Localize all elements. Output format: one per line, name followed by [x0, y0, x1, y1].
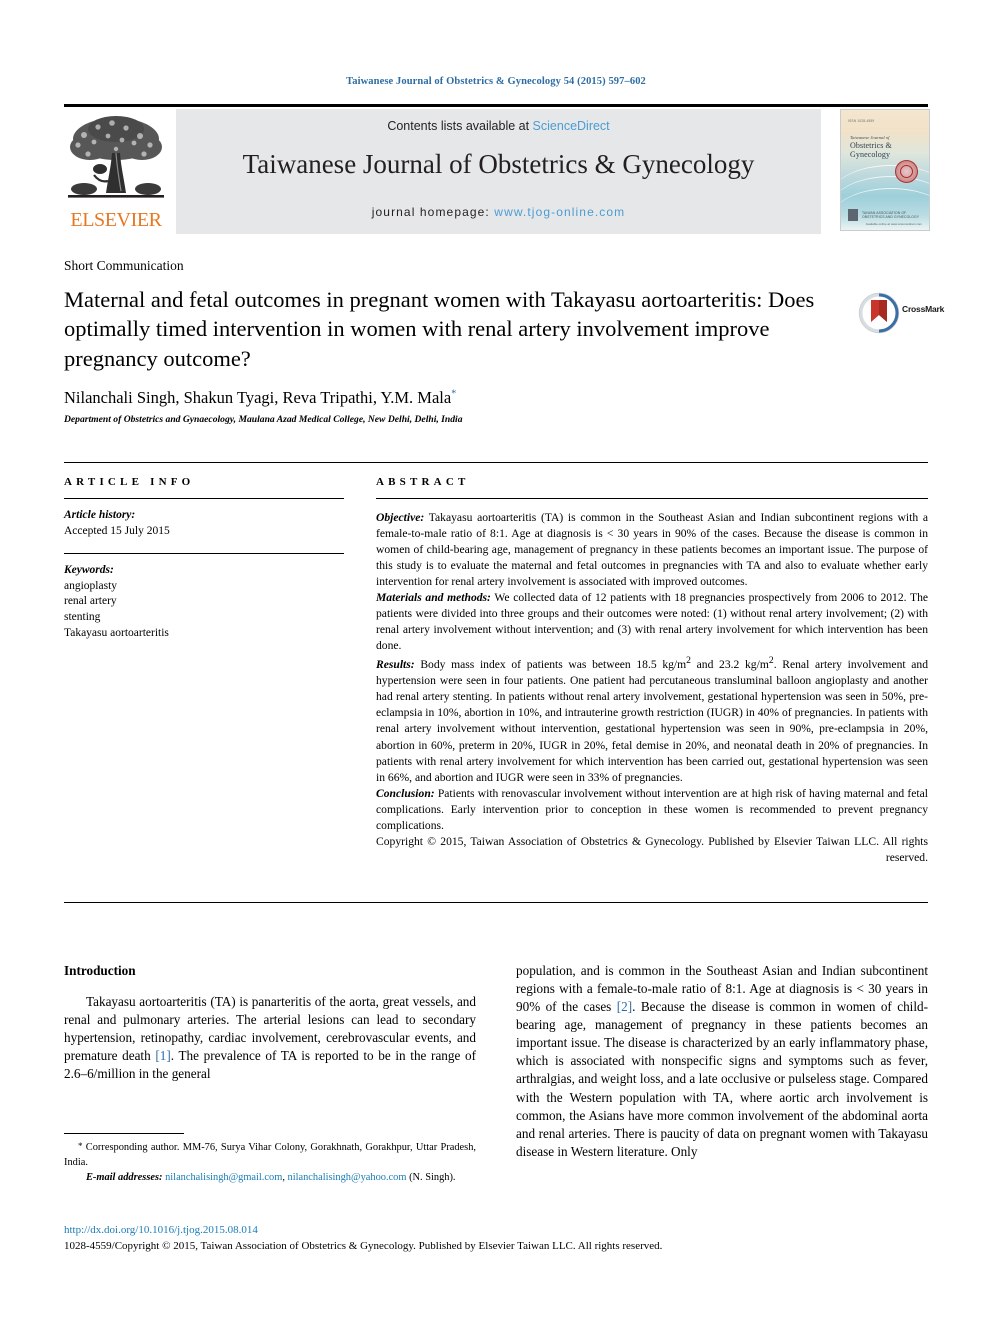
journal-homepage-line: journal homepage: www.tjog-online.com — [176, 205, 821, 219]
masthead-top-rule — [64, 104, 928, 107]
introduction-left-column: Introduction Takayasu aortoarteritis (TA… — [64, 962, 476, 1083]
contents-list-line: Contents lists available at ScienceDirec… — [176, 119, 821, 133]
masthead-band: Contents lists available at ScienceDirec… — [176, 109, 821, 234]
abstract-rule — [376, 498, 928, 499]
abstract-objective-text: Takayasu aortoarteritis (TA) is common i… — [376, 511, 928, 589]
abstract-results-label: Results: — [376, 658, 415, 672]
journal-masthead: ELSEVIER Contents lists available at Sci… — [64, 104, 930, 234]
cover-footer-text: TAIWAN ASSOCIATION OF OBSTETRICS AND GYN… — [862, 210, 920, 220]
email-link-1[interactable]: nilanchalisingh@gmail.com — [165, 1172, 282, 1183]
footer-copyright: 1028-4559/Copyright © 2015, Taiwan Assoc… — [64, 1240, 663, 1252]
article-info-column: ARTICLE INFO Article history: Accepted 1… — [64, 476, 344, 642]
article-info-rule — [64, 498, 344, 499]
introduction-heading: Introduction — [64, 963, 136, 978]
abstract-results-text-b: and 23.2 kg/m — [691, 658, 769, 672]
footnote-rule — [64, 1133, 184, 1134]
journal-title: Taiwanese Journal of Obstetrics & Gyneco… — [242, 149, 755, 179]
corresponding-author-note: * Corresponding author. MM-76, Surya Vih… — [64, 1140, 476, 1171]
abstract-results-text-a: Body mass index of patients was between … — [414, 658, 687, 672]
corresponding-author-marker: * — [451, 388, 457, 400]
cover-issn-label: ISSN 1028-4559 — [848, 119, 875, 123]
citation-ref-1[interactable]: [1] — [155, 1048, 170, 1063]
abstract-copyright: Copyright © 2015, Taiwan Association of … — [376, 834, 928, 864]
paper-page: Taiwanese Journal of Obstetrics & Gyneco… — [0, 0, 992, 1323]
cover-pretitle: Taiwanese Journal of — [850, 135, 890, 140]
footnotes: * Corresponding author. MM-76, Surya Vih… — [64, 1140, 476, 1185]
elsevier-logo: ELSEVIER — [64, 109, 168, 234]
sciencedirect-link[interactable]: ScienceDirect — [533, 119, 610, 133]
abstract-objective: Objective: Takayasu aortoarteritis (TA) … — [376, 510, 928, 590]
intro-right-text-b: . Because the disease is common in women… — [516, 999, 928, 1159]
contents-prefix: Contents lists available at — [387, 119, 533, 133]
email-addresses-label: E-mail addresses: — [86, 1171, 163, 1183]
journal-cover-thumbnail: ISSN 1028-4559 Taiwanese Journal of Obst… — [840, 109, 930, 231]
keyword-item: angioplasty — [64, 579, 118, 592]
abstract-materials: Materials and methods: We collected data… — [376, 590, 928, 654]
abstract-materials-label: Materials and methods: — [376, 591, 491, 605]
cover-footer-sub: Available online at www.sciencedirect.co… — [865, 222, 922, 226]
article-history-value: Accepted 15 July 2015 — [64, 524, 170, 537]
crossmark-label: CrossMark — [902, 304, 945, 314]
keywords-group: Keywords: angioplasty renal artery stent… — [64, 563, 344, 642]
info-block-top-rule — [64, 462, 928, 463]
running-head: Taiwanese Journal of Obstetrics & Gyneco… — [346, 76, 646, 87]
email-note: E-mail addresses: nilanchalisingh@gmail.… — [86, 1171, 456, 1183]
abstract-objective-label: Objective: — [376, 511, 425, 524]
info-block-bottom-rule — [64, 902, 928, 903]
affiliation: Department of Obstetrics and Gynaecology… — [64, 414, 463, 425]
elsevier-wordmark: ELSEVIER — [70, 209, 162, 231]
homepage-url-link[interactable]: www.tjog-online.com — [494, 205, 625, 219]
crossmark-icon — [858, 292, 900, 334]
cover-title: Obstetrics & Gynecology — [850, 141, 892, 159]
article-history-label: Article history: — [64, 509, 136, 521]
crossmark-badge[interactable]: CrossMark — [858, 292, 944, 336]
citation-ref-2[interactable]: [2] — [617, 999, 632, 1014]
article-title: Maternal and fetal outcomes in pregnant … — [64, 287, 815, 371]
abstract-heading: ABSTRACT — [376, 476, 470, 488]
keywords-label: Keywords: — [64, 563, 114, 576]
abstract-results-text-c: . Renal artery involvement and hypertens… — [376, 658, 929, 784]
doi-link[interactable]: http://dx.doi.org/10.1016/j.tjog.2015.08… — [64, 1224, 258, 1236]
email-owner: (N. Singh). — [409, 1171, 456, 1183]
introduction-paragraph-left: Takayasu aortoarteritis (TA) is panarter… — [64, 993, 476, 1083]
abstract-results: Results: Body mass index of patients was… — [376, 654, 928, 785]
introduction-right-column: population, and is common in the Southea… — [516, 962, 928, 1161]
abstract-conclusion-text: Patients with renovascular involvement w… — [376, 786, 928, 832]
abstract-body: Objective: Takayasu aortoarteritis (TA) … — [376, 510, 928, 866]
keyword-item: stenting — [64, 611, 101, 624]
introduction-paragraph-right: population, and is common in the Southea… — [516, 962, 928, 1161]
article-history-group: Article history: Accepted 15 July 2015 — [64, 508, 344, 540]
abstract-conclusion: Conclusion: Patients with renovascular i… — [376, 786, 928, 834]
article-info-heading: ARTICLE INFO — [64, 476, 195, 488]
authors-text: Nilanchali Singh, Shakun Tyagi, Reva Tri… — [64, 388, 452, 407]
abstract-column: ABSTRACT Objective: Takayasu aortoarteri… — [376, 476, 928, 866]
email-link-2[interactable]: nilanchalisingh@yahoo.com — [288, 1172, 407, 1183]
abstract-conclusion-label: Conclusion: — [376, 786, 435, 800]
article-type: Short Communication — [64, 258, 184, 273]
keyword-item: Takayasu aortoarteritis — [64, 627, 169, 640]
cover-seal-icon — [895, 160, 918, 183]
keyword-item: renal artery — [64, 595, 117, 608]
article-info-separator — [64, 552, 344, 554]
cover-publisher-mark-icon — [848, 209, 858, 221]
corresponding-author-text: Corresponding author. MM-76, Surya Vihar… — [64, 1142, 476, 1168]
homepage-prefix: journal homepage: — [371, 205, 495, 219]
author-list: Nilanchali Singh, Shakun Tyagi, Reva Tri… — [64, 388, 844, 408]
